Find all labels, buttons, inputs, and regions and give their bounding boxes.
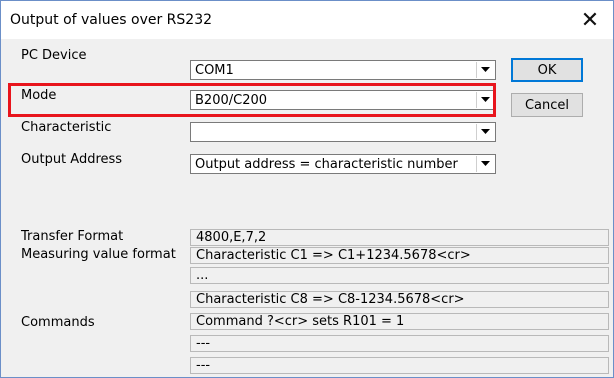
ok-button[interactable]: OK [511,58,583,82]
characteristic-label: Characteristic [21,120,112,135]
info-line: --- [196,358,211,373]
commands-line-1: Command ?<cr> sets R101 = 1 [190,313,609,330]
mode-select[interactable]: B200/C200 [190,90,496,110]
measuring-value-format-label: Measuring value format [21,247,176,262]
info-line: ... [196,268,209,283]
transfer-format-field: 4800,E,7,2 [190,229,609,246]
pc-device-select[interactable]: COM1 [190,60,496,80]
measuring-format-line-2: ... [190,267,609,284]
chevron-down-icon[interactable] [476,124,494,140]
commands-label: Commands [21,315,95,330]
title-bar: Output of values over RS232 ✕ [1,1,613,39]
info-line: Command ?<cr> sets R101 = 1 [196,314,405,329]
transfer-format-label: Transfer Format [21,229,124,244]
commands-line-3: --- [190,357,609,374]
rs232-output-dialog: Output of values over RS232 ✕ PC Device … [0,0,614,378]
pc-device-value: COM1 [195,63,234,78]
chevron-down-icon[interactable] [476,62,494,78]
close-icon[interactable]: ✕ [567,1,613,39]
measuring-format-line-1: Characteristic C1 => C1+1234.5678<cr> [190,247,609,264]
info-line: Characteristic C1 => C1+1234.5678<cr> [196,248,471,263]
cancel-button[interactable]: Cancel [511,93,583,117]
chevron-down-icon[interactable] [476,92,494,108]
info-line: --- [196,336,211,351]
output-address-label: Output Address [21,152,123,167]
measuring-format-line-3: Characteristic C8 => C8-1234.5678<cr> [190,291,609,308]
mode-label: Mode [21,88,57,103]
commands-line-2: --- [190,335,609,352]
characteristic-select[interactable] [190,122,496,142]
output-address-select[interactable]: Output address = characteristic number [190,154,496,174]
pc-device-label: PC Device [21,48,87,63]
chevron-down-icon[interactable] [476,156,494,172]
window-title: Output of values over RS232 [10,12,213,28]
output-address-value: Output address = characteristic number [195,157,458,172]
mode-value: B200/C200 [195,93,268,108]
info-line: Characteristic C8 => C8-1234.5678<cr> [196,292,465,307]
transfer-format-value: 4800,E,7,2 [196,230,267,245]
